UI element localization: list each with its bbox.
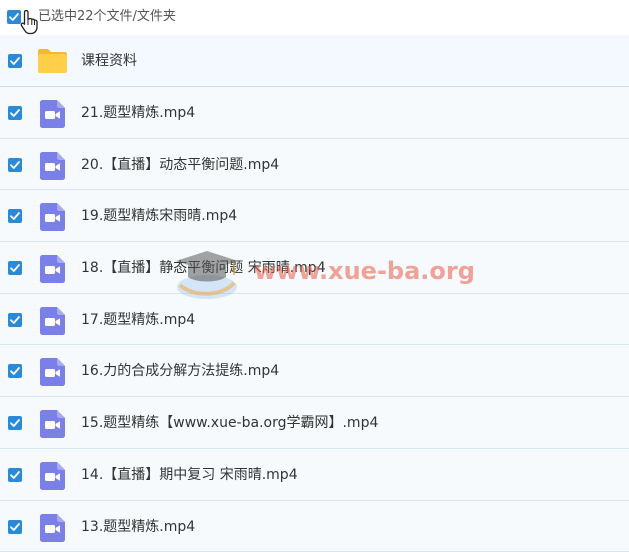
video-file-icon [40, 151, 65, 180]
folder-icon [38, 49, 67, 73]
file-list: 课程资料 21.题型精炼.mp4 20.【直播】动态平衡问题.mp4 19.题型… [0, 35, 629, 552]
video-file-icon [40, 358, 65, 387]
list-item-video[interactable]: 14.【直播】期中复习 宋雨晴.mp4 [0, 448, 629, 501]
video-file-icon [40, 461, 65, 490]
file-name[interactable]: 14.【直播】期中复习 宋雨晴.mp4 [81, 466, 298, 484]
file-name[interactable]: 16.力的合成分解方法提练.mp4 [81, 362, 279, 380]
check-icon [10, 367, 20, 376]
list-item-video[interactable]: 21.题型精炼.mp4 [0, 87, 629, 139]
file-name[interactable]: 13.题型精炼.mp4 [81, 518, 195, 536]
check-icon [10, 522, 20, 531]
file-name[interactable]: 21.题型精炼.mp4 [81, 104, 195, 122]
check-icon [10, 160, 20, 169]
row-checkbox[interactable] [8, 519, 22, 534]
file-name[interactable]: 19.题型精炼宋雨晴.mp4 [81, 207, 237, 225]
list-item-video[interactable]: 16.力的合成分解方法提练.mp4 [0, 345, 629, 398]
row-checkbox[interactable] [8, 364, 22, 379]
row-checkbox[interactable] [8, 54, 22, 68]
file-name[interactable]: 17.题型精炼.mp4 [81, 311, 195, 329]
file-name[interactable]: 20.【直播】动态平衡问题.mp4 [81, 156, 279, 174]
file-name[interactable]: 课程资料 [81, 52, 137, 70]
list-item-video[interactable]: 20.【直播】动态平衡问题.mp4 [0, 138, 629, 191]
check-icon [10, 419, 20, 428]
selection-header: 已选中22个文件/文件夹 [0, 0, 629, 35]
check-icon [10, 264, 20, 272]
video-file-icon [40, 410, 65, 439]
file-name[interactable]: 15.题型精练【www.xue-ba.org学霸网】.mp4 [81, 414, 378, 432]
row-checkbox[interactable] [8, 467, 22, 482]
check-icon [10, 470, 20, 479]
row-checkbox[interactable] [8, 312, 22, 327]
file-name[interactable]: 18.【直播】静态平衡问题 宋雨晴.mp4 [81, 259, 326, 277]
check-icon [10, 212, 20, 221]
video-file-icon [40, 100, 65, 128]
check-icon [10, 109, 20, 117]
video-file-icon [40, 255, 65, 284]
row-checkbox[interactable] [8, 416, 22, 431]
video-file-icon [40, 306, 65, 335]
list-item-video[interactable]: 15.题型精练【www.xue-ba.org学霸网】.mp4 [0, 397, 629, 449]
row-checkbox[interactable] [8, 157, 22, 172]
video-file-icon [40, 513, 65, 542]
check-icon [10, 315, 20, 324]
check-icon [10, 57, 20, 65]
video-file-icon [40, 203, 65, 232]
selected-count-label: 已选中22个文件/文件夹 [38, 9, 176, 24]
row-checkbox[interactable] [8, 106, 22, 120]
hand-cursor-icon [20, 9, 38, 35]
list-item-video[interactable]: 18.【直播】静态平衡问题 宋雨晴.mp4 [0, 242, 629, 294]
list-item-video[interactable]: 17.题型精炼.mp4 [0, 293, 629, 346]
row-checkbox[interactable] [8, 261, 22, 276]
row-checkbox[interactable] [8, 209, 22, 224]
list-item-video[interactable]: 19.题型精炼宋雨晴.mp4 [0, 190, 629, 243]
list-item-video[interactable]: 13.题型精炼.mp4 [0, 500, 629, 552]
list-item-folder[interactable]: 课程资料 [0, 35, 629, 87]
